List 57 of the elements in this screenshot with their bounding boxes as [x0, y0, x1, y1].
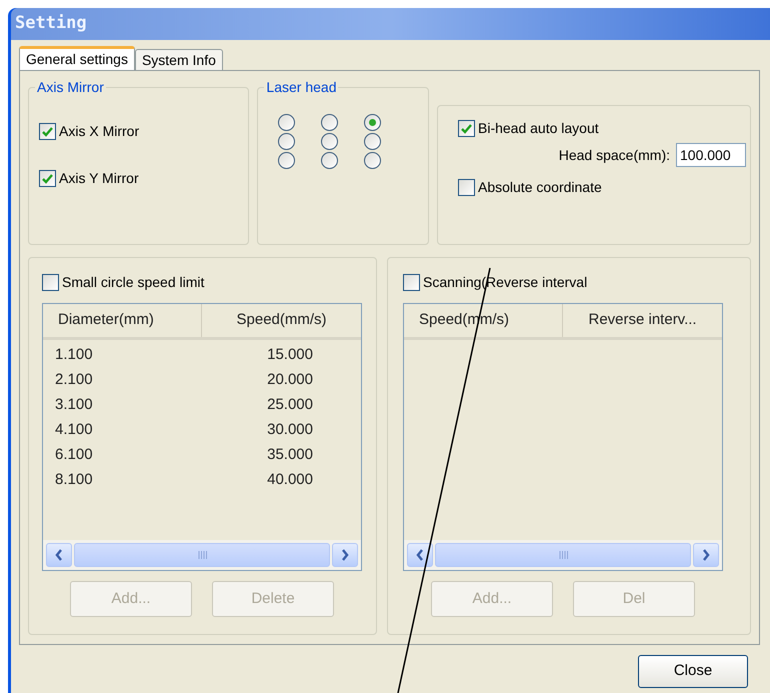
checkbox[interactable] — [403, 274, 420, 291]
radio-button[interactable] — [321, 133, 338, 150]
field-label: Head space(mm): — [558, 146, 670, 165]
head-space-field[interactable]: 100.000 — [676, 143, 746, 167]
grip-icon — [198, 551, 206, 559]
checkbox-label: Axis X Mirror — [59, 122, 140, 141]
table-cell-text: 15.000 — [266, 345, 313, 366]
column-header[interactable]: Diameter(mm) — [43, 304, 202, 337]
table-cell-text: 3.100 — [54, 395, 94, 416]
window-title: Setting — [15, 12, 87, 36]
radio-button[interactable] — [278, 114, 296, 131]
tab[interactable]: General settings — [19, 46, 135, 70]
tab[interactable]: System Info — [134, 49, 223, 70]
radio-button[interactable] — [321, 114, 338, 131]
table-cell-text: 20.000 — [266, 370, 313, 390]
checkbox[interactable] — [42, 274, 59, 291]
grip-icon — [558, 551, 568, 559]
scroll-thumb[interactable] — [435, 543, 692, 567]
checkbox[interactable] — [458, 179, 475, 196]
chevron-left-icon — [55, 549, 63, 561]
checkmark-icon — [461, 124, 472, 134]
radio-button[interactable] — [278, 152, 296, 169]
table-cell-text: 2.100 — [54, 370, 94, 390]
radio-button[interactable] — [364, 133, 381, 150]
checkmark-icon — [42, 126, 53, 136]
table-cell-text: 35.000 — [266, 445, 313, 466]
table-cell-text: 4.100 — [54, 420, 94, 440]
table-cell-text: 40.000 — [266, 470, 313, 490]
checkmark-icon — [42, 174, 53, 184]
scroll-left-button[interactable] — [407, 543, 434, 567]
chevron-left-icon — [416, 549, 424, 561]
horizontal-scrollbar[interactable] — [404, 540, 722, 570]
checkbox[interactable] — [458, 120, 475, 137]
close-button[interactable]: Close — [638, 655, 748, 688]
checkbox-label: Small circle speed limit — [62, 273, 204, 292]
horizontal-scrollbar[interactable] — [43, 540, 361, 570]
checkbox-label: Axis Y Mirror — [59, 169, 139, 188]
table-cell-text: 30.000 — [266, 420, 313, 440]
radio-button[interactable] — [364, 114, 381, 131]
table-cell-text: 8.100 — [54, 470, 94, 490]
radio-button[interactable] — [321, 152, 338, 169]
checkbox[interactable] — [39, 170, 56, 187]
radio-button[interactable] — [364, 152, 381, 169]
chevron-right-icon — [341, 549, 349, 561]
scroll-right-button[interactable] — [332, 543, 358, 567]
checkbox[interactable] — [39, 123, 56, 140]
checkbox-label: Absolute coordinate — [478, 178, 602, 197]
radio-button[interactable] — [278, 133, 296, 150]
checkbox-label: Bi-head auto layout — [478, 119, 599, 138]
table-cell-text: 25.000 — [266, 395, 313, 416]
chevron-right-icon — [702, 549, 710, 561]
table-cell-text: 6.100 — [54, 445, 94, 466]
scroll-thumb[interactable] — [74, 543, 330, 567]
column-header[interactable]: Reverse interv... — [563, 304, 722, 337]
column-header[interactable]: Speed(mm/s) — [202, 304, 361, 337]
table-cell-text: 1.100 — [54, 345, 94, 366]
scroll-right-button[interactable] — [693, 543, 720, 567]
